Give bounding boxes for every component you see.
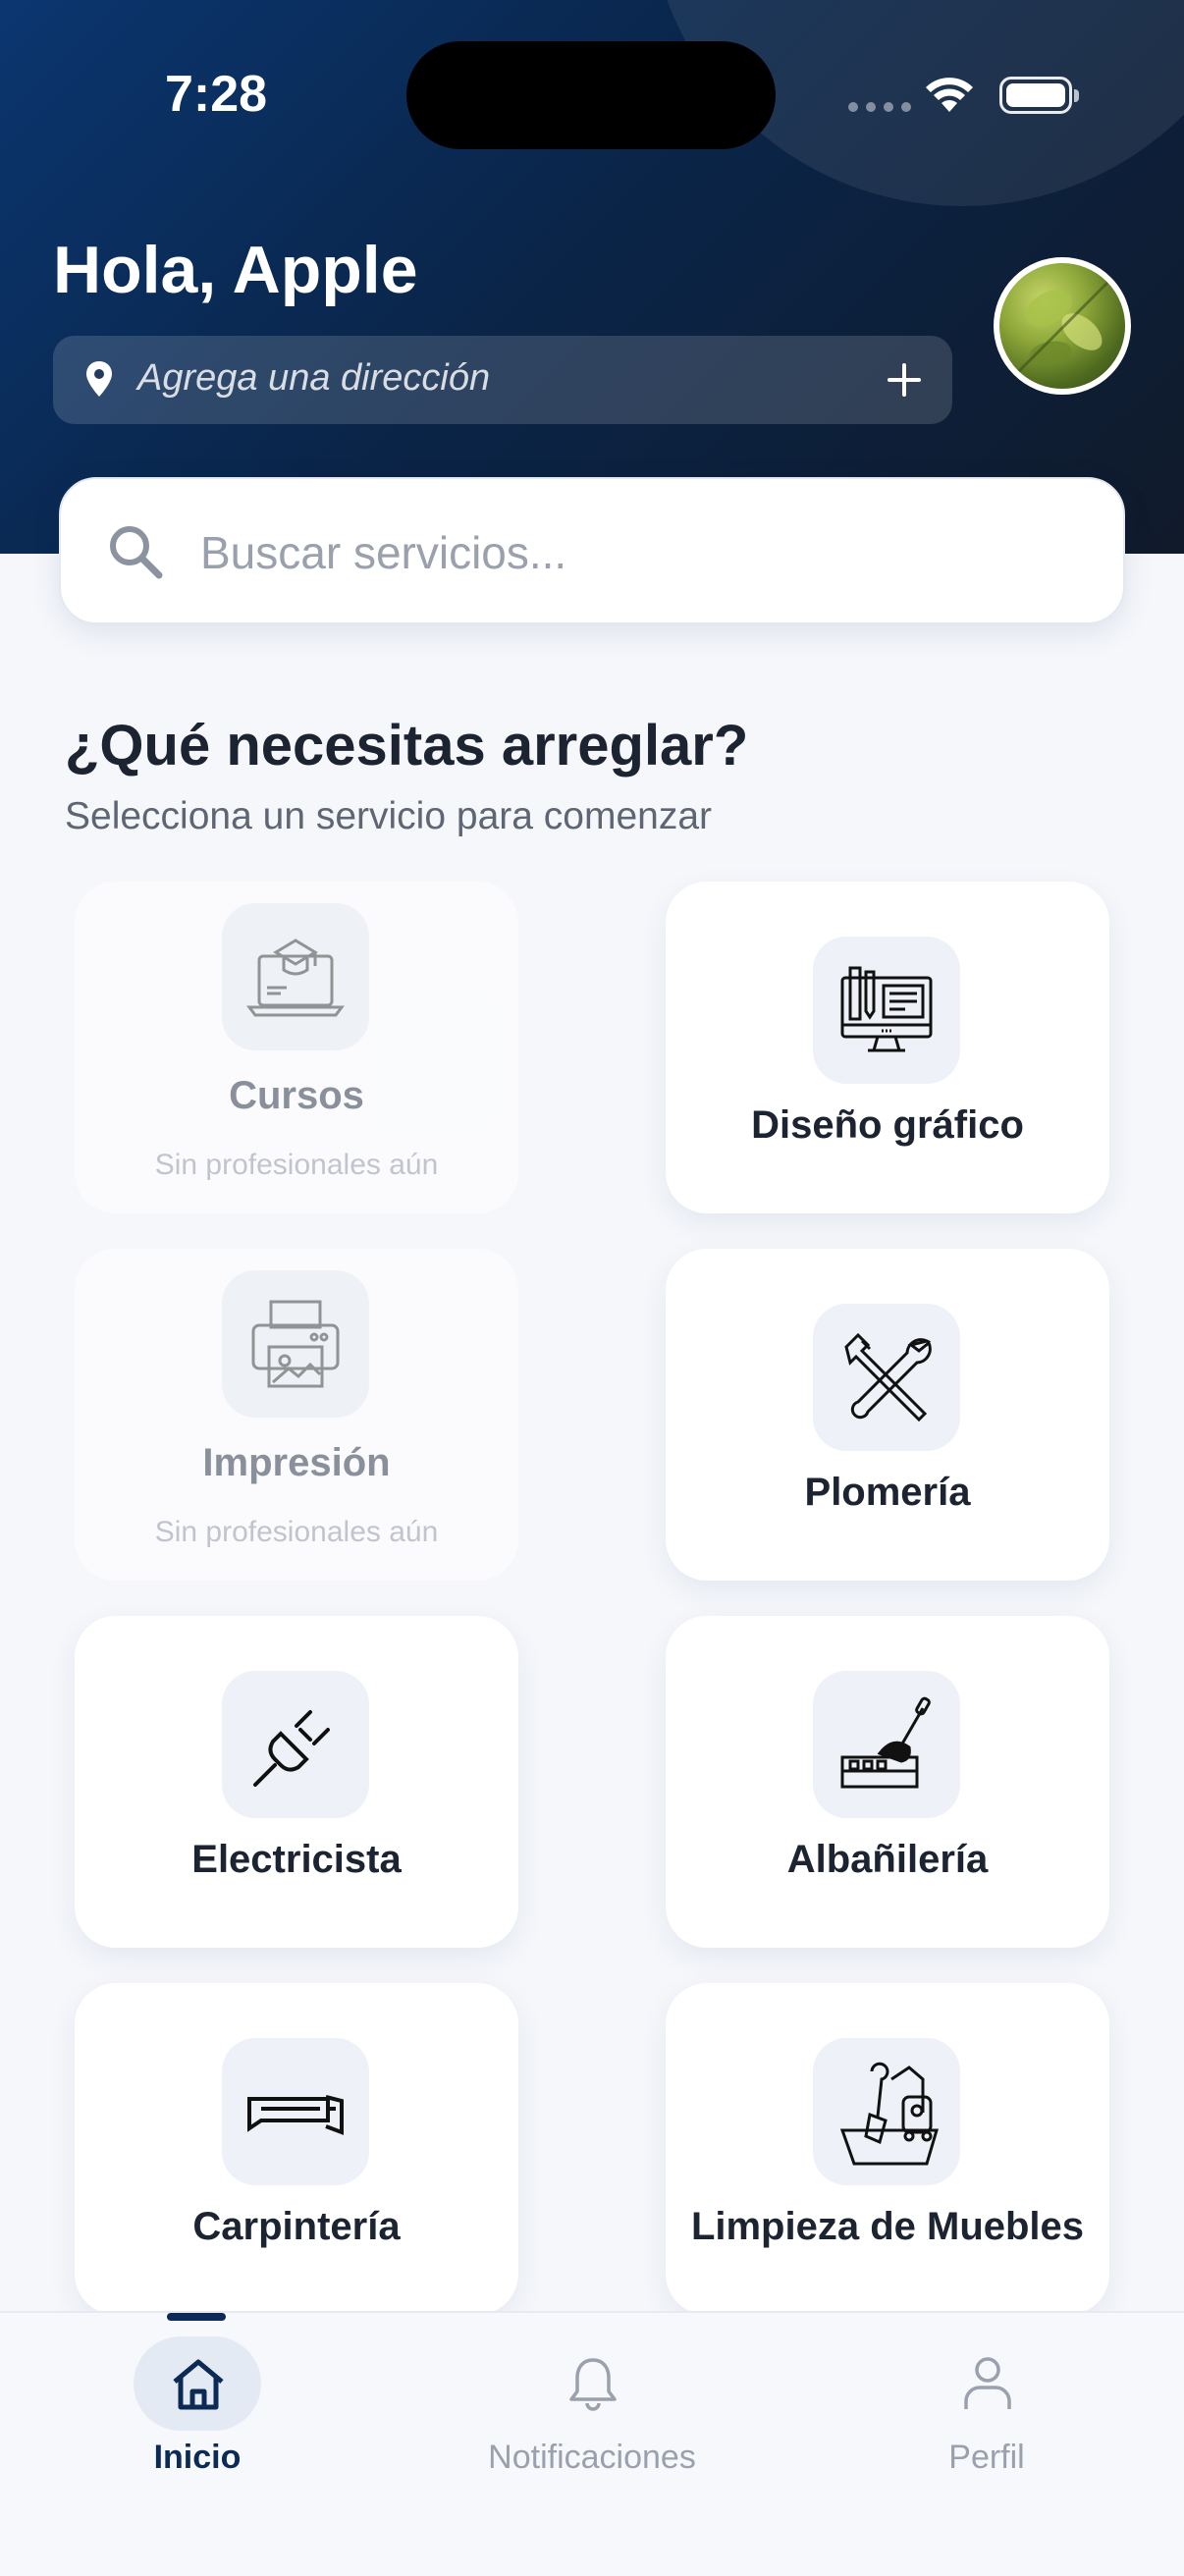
tab-label: Perfil bbox=[948, 2439, 1025, 2476]
service-label: Impresión bbox=[202, 1441, 391, 1484]
service-label: Diseño gráfico bbox=[751, 1103, 1024, 1147]
service-label: Carpintería bbox=[192, 2205, 401, 2248]
add-address-icon[interactable] bbox=[886, 361, 923, 399]
service-icon-box bbox=[222, 903, 369, 1050]
cellular-signal-icon bbox=[848, 102, 911, 112]
service-card-diseno-grafico[interactable]: Diseño gráfico bbox=[666, 882, 1109, 1213]
tab-label: Inicio bbox=[153, 2439, 242, 2476]
dynamic-island bbox=[406, 41, 776, 149]
service-icon-box bbox=[222, 2038, 369, 2185]
avatar[interactable] bbox=[994, 257, 1131, 395]
service-label: Limpieza de Muebles bbox=[690, 2205, 1085, 2248]
service-availability-note: Sin profesionales aún bbox=[154, 1516, 439, 1548]
service-icon-box bbox=[813, 1671, 960, 1818]
search-icon bbox=[110, 526, 163, 579]
tab-label: Notificaciones bbox=[488, 2439, 696, 2476]
graduation-laptop-icon bbox=[246, 939, 345, 1017]
tab-icon-container bbox=[528, 2336, 656, 2431]
service-label: Electricista bbox=[191, 1838, 402, 1881]
search-input[interactable] bbox=[198, 514, 1066, 591]
service-icon-box bbox=[813, 2038, 960, 2185]
header: 7:28 Hola, Apple Agrega una dirección bbox=[0, 0, 1184, 554]
electric-plug-icon bbox=[253, 1710, 330, 1787]
battery-icon bbox=[999, 77, 1079, 114]
trowel-bricks-icon bbox=[840, 1696, 931, 1789]
tab-perfil[interactable]: Perfil bbox=[789, 2313, 1184, 2509]
avatar-photo bbox=[1017, 281, 1109, 373]
section-title: ¿Qué necesitas arreglar? bbox=[65, 714, 749, 778]
address-placeholder: Agrega una dirección bbox=[137, 357, 491, 399]
home-icon bbox=[173, 2359, 224, 2410]
wrench-tools-icon bbox=[844, 1332, 932, 1422]
printer-icon bbox=[251, 1300, 340, 1388]
service-card-impresion[interactable]: Impresión Sin profesionales aún bbox=[75, 1249, 518, 1581]
status-time: 7:28 bbox=[165, 66, 268, 123]
service-icon-box bbox=[813, 937, 960, 1084]
tab-bar: Inicio Notificaciones Perfil bbox=[0, 2311, 1184, 2576]
tab-icon-container bbox=[923, 2336, 1050, 2431]
tab-notificaciones[interactable]: Notificaciones bbox=[395, 2313, 789, 2509]
service-card-carpinteria[interactable]: Carpintería bbox=[75, 1983, 518, 2315]
user-icon bbox=[964, 2357, 1011, 2409]
vacuum-cleaner-icon bbox=[839, 2062, 940, 2166]
saw-icon bbox=[247, 2095, 344, 2135]
search-bar[interactable] bbox=[59, 477, 1125, 624]
service-icon-box bbox=[813, 1304, 960, 1451]
service-card-electricista[interactable]: Electricista bbox=[75, 1616, 518, 1948]
service-icon-box bbox=[222, 1270, 369, 1418]
service-icon-box bbox=[222, 1671, 369, 1818]
service-label: Plomería bbox=[804, 1471, 971, 1514]
location-pin-icon bbox=[86, 361, 112, 397]
bell-icon bbox=[569, 2358, 617, 2411]
section-subtitle: Selecciona un servicio para comenzar bbox=[65, 795, 713, 837]
service-availability-note: Sin profesionales aún bbox=[154, 1149, 439, 1181]
service-label: Albañilería bbox=[786, 1838, 989, 1881]
wifi-icon bbox=[926, 78, 973, 112]
service-label: Cursos bbox=[229, 1074, 364, 1117]
service-card-plomeria[interactable]: Plomería bbox=[666, 1249, 1109, 1581]
service-card-cursos[interactable]: Cursos Sin profesionales aún bbox=[75, 882, 518, 1213]
active-tab-indicator bbox=[167, 2313, 226, 2321]
greeting: Hola, Apple bbox=[53, 233, 418, 307]
graphic-design-monitor-icon bbox=[840, 966, 933, 1052]
tab-icon-container bbox=[134, 2336, 261, 2431]
tab-inicio[interactable]: Inicio bbox=[0, 2313, 395, 2509]
service-card-limpieza-de-muebles[interactable]: Limpieza de Muebles bbox=[666, 1983, 1109, 2315]
address-bar[interactable]: Agrega una dirección bbox=[53, 336, 952, 424]
service-card-albanileria[interactable]: Albañilería bbox=[666, 1616, 1109, 1948]
